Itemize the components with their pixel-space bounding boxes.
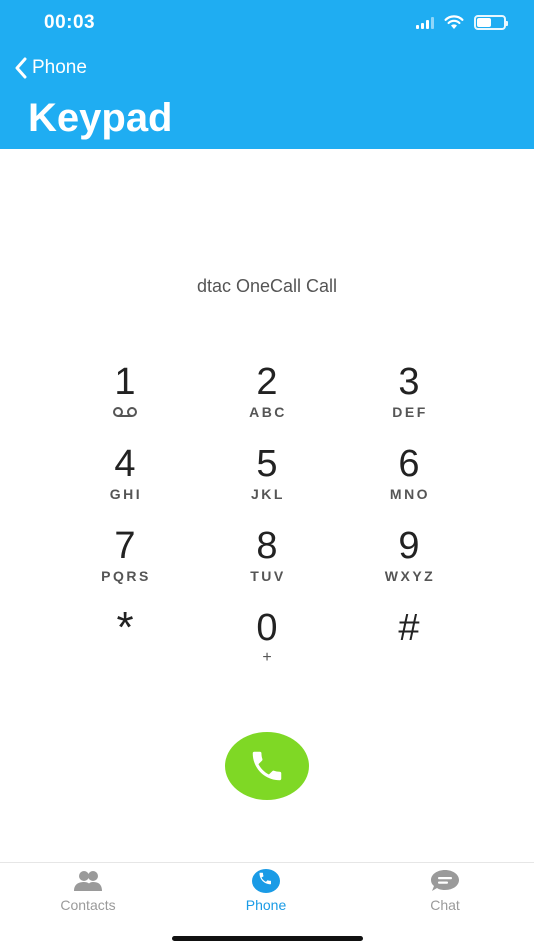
status-icons bbox=[416, 15, 508, 30]
key-digit: 0 bbox=[256, 607, 278, 649]
key-letters: ABC bbox=[249, 404, 287, 420]
chat-icon bbox=[431, 870, 459, 891]
back-button[interactable]: Phone bbox=[14, 57, 87, 79]
battery-level bbox=[477, 18, 492, 27]
key-4[interactable]: 4 GHI bbox=[54, 442, 196, 524]
key-digit: 9 bbox=[398, 525, 420, 567]
call-button[interactable] bbox=[225, 732, 309, 800]
key-digit: # bbox=[398, 607, 420, 649]
tab-contacts[interactable]: Contacts bbox=[23, 869, 153, 913]
key-letters: MNO bbox=[389, 486, 431, 502]
key-digit: 6 bbox=[398, 443, 420, 485]
call-label: dtac OneCall Call bbox=[196, 276, 338, 296]
key-2[interactable]: 2 ABC bbox=[196, 360, 338, 442]
tab-phone[interactable]: Phone bbox=[201, 869, 331, 913]
key-digit: 2 bbox=[256, 361, 278, 403]
key-digit: * bbox=[116, 603, 134, 652]
page-title: Keypad bbox=[28, 96, 173, 140]
key-letters: + bbox=[262, 649, 272, 666]
contacts-icon bbox=[74, 871, 102, 891]
key-6[interactable]: 6 MNO bbox=[338, 442, 480, 524]
key-letters: DEF bbox=[392, 404, 428, 420]
key-8[interactable]: 8 TUV bbox=[196, 524, 338, 606]
wifi-icon bbox=[444, 15, 464, 29]
key-hash[interactable]: # bbox=[338, 606, 480, 688]
voicemail-icon bbox=[111, 404, 139, 420]
phone-icon bbox=[252, 869, 280, 893]
tab-label: Chat bbox=[430, 897, 460, 913]
home-indicator bbox=[172, 936, 363, 941]
header-bar: 00:03 Phone Keypad bbox=[0, 0, 534, 149]
key-letters: GHI bbox=[109, 486, 143, 502]
key-0[interactable]: 0 + bbox=[196, 606, 338, 688]
status-time: 00:03 bbox=[44, 12, 96, 33]
key-3[interactable]: 3 DEF bbox=[338, 360, 480, 442]
key-9[interactable]: 9 WXYZ bbox=[338, 524, 480, 606]
key-letters: PQRS bbox=[101, 568, 151, 584]
key-5[interactable]: 5 JKL bbox=[196, 442, 338, 524]
key-digit: 5 bbox=[256, 443, 278, 485]
signal-icon bbox=[416, 16, 434, 29]
key-star[interactable]: * bbox=[54, 606, 196, 688]
chevron-left-icon bbox=[15, 57, 27, 79]
tab-label: Phone bbox=[245, 897, 287, 913]
key-digit: 3 bbox=[398, 361, 420, 403]
key-7[interactable]: 7 PQRS bbox=[54, 524, 196, 606]
key-1[interactable]: 1 bbox=[54, 360, 196, 442]
key-letters: TUV bbox=[250, 568, 286, 584]
key-letters: JKL bbox=[251, 486, 285, 502]
key-digit: 8 bbox=[256, 525, 278, 567]
back-label: Phone bbox=[32, 57, 87, 78]
key-digit: 7 bbox=[114, 525, 136, 567]
phone-handset-icon bbox=[252, 751, 282, 781]
key-digit: 4 bbox=[114, 443, 136, 485]
keypad: 1 2 ABC 3 DEF 4 GHI 5 JKL 6 MNO 7 PQRS 8… bbox=[54, 360, 480, 688]
tab-label: Contacts bbox=[60, 897, 116, 913]
battery-icon bbox=[474, 15, 508, 30]
tab-chat[interactable]: Chat bbox=[380, 869, 510, 913]
key-digit: 1 bbox=[114, 361, 136, 403]
key-letters: WXYZ bbox=[384, 568, 436, 584]
